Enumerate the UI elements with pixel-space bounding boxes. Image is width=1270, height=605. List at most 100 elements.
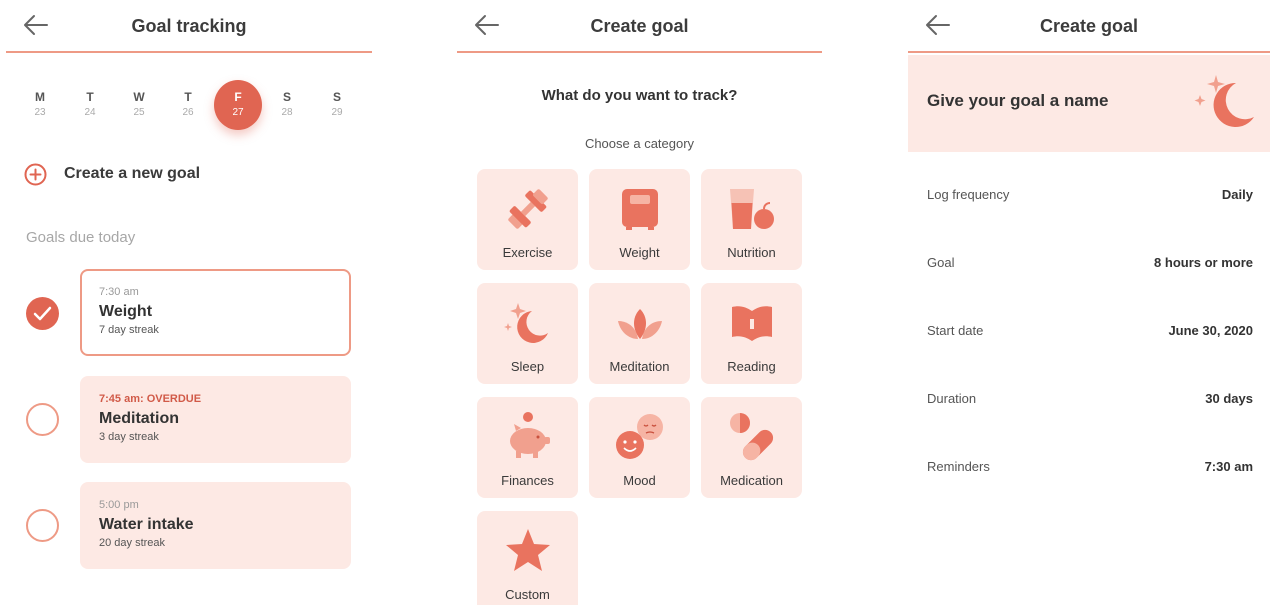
day-letter: F xyxy=(234,90,242,104)
category-weight[interactable]: Weight xyxy=(589,169,690,270)
goal-name: Meditation xyxy=(99,410,179,427)
day-letter: T xyxy=(184,90,192,104)
category-label: Reading xyxy=(727,359,776,374)
field-label: Goal xyxy=(927,255,955,270)
goal-checkbox[interactable] xyxy=(26,509,59,542)
field-label: Start date xyxy=(927,323,984,338)
lotus-icon xyxy=(618,309,662,339)
goal-name-field[interactable]: Give your goal a name xyxy=(908,55,1270,152)
goal-details-screen: Create goal Give your goal a name Log fr… xyxy=(908,0,1270,605)
category-label: Sleep xyxy=(510,359,545,374)
day-date: 26 xyxy=(182,107,194,118)
category-prompt: Choose a category xyxy=(584,136,695,151)
day-letter: M xyxy=(35,90,45,104)
pill-icon xyxy=(730,413,774,461)
piggy-bank-icon xyxy=(510,412,550,458)
category-exercise[interactable]: Exercise xyxy=(477,169,578,270)
goal-name: Weight xyxy=(99,303,153,320)
category-nutrition[interactable]: Nutrition xyxy=(701,169,802,270)
field-start-date[interactable]: Start date June 30, 2020 xyxy=(908,311,1270,351)
field-reminders[interactable]: Reminders 7:30 am xyxy=(908,447,1270,487)
day-sunday[interactable]: S 29 xyxy=(313,80,361,130)
category-label: Nutrition xyxy=(727,245,776,260)
day-date: 25 xyxy=(133,107,145,118)
header: Create goal xyxy=(457,0,822,53)
goal-streak: 7 day streak xyxy=(99,324,159,336)
day-wednesday[interactable]: W 25 xyxy=(115,80,163,130)
day-letter: S xyxy=(282,90,291,104)
section-heading: Goals due today xyxy=(26,229,136,246)
page-title: Goal tracking xyxy=(131,16,247,36)
day-tuesday[interactable]: T 24 xyxy=(66,80,114,130)
day-monday[interactable]: M 23 xyxy=(16,80,64,130)
goal-card[interactable]: 5:00 pm Water intake 20 day streak xyxy=(80,482,351,569)
goal-streak: 3 day streak xyxy=(99,431,159,443)
field-value: June 30, 2020 xyxy=(1168,323,1253,338)
plus-circle-icon xyxy=(24,163,47,185)
day-letter: W xyxy=(133,90,145,104)
field-log-frequency[interactable]: Log frequency Daily xyxy=(908,175,1270,215)
faces-icon xyxy=(616,414,663,459)
category-mood[interactable]: Mood xyxy=(589,397,690,498)
header: Create goal xyxy=(908,0,1270,53)
create-goal-button[interactable]: Create a new goal xyxy=(24,162,200,186)
category-medication[interactable]: Medication xyxy=(701,397,802,498)
day-thursday[interactable]: T 26 xyxy=(164,80,212,130)
day-letter: S xyxy=(332,90,341,104)
category-label: Medication xyxy=(720,473,783,488)
moon-stars-icon xyxy=(1194,75,1254,127)
category-label: Weight xyxy=(619,245,660,260)
goal-complete-checkbox[interactable] xyxy=(26,297,59,330)
day-date: 24 xyxy=(84,107,96,118)
field-label: Log frequency xyxy=(927,187,1010,202)
day-friday-selected[interactable]: F 27 xyxy=(214,80,262,130)
week-strip: M 23 T 24 W 25 T 26 F 27 S 28 S 29 xyxy=(16,80,366,132)
drink-apple-icon xyxy=(730,189,774,229)
field-goal[interactable]: Goal 8 hours or more xyxy=(908,243,1270,283)
goal-tracking-screen: Goal tracking M 23 T 24 W 25 T 26 F 27 S… xyxy=(6,0,372,605)
day-date: 23 xyxy=(34,107,46,118)
goal-time: 5:00 pm xyxy=(99,499,139,511)
day-saturday[interactable]: S 28 xyxy=(263,80,311,130)
goal-name-prompt: Give your goal a name xyxy=(927,91,1109,110)
star-icon xyxy=(506,529,550,571)
category-sleep[interactable]: Sleep xyxy=(477,283,578,384)
category-custom[interactable]: Custom xyxy=(477,511,578,605)
category-label: Mood xyxy=(623,473,656,488)
day-letter: T xyxy=(86,90,94,104)
create-goal-label: Create a new goal xyxy=(64,165,201,182)
field-label: Duration xyxy=(927,391,977,406)
category-label: Finances xyxy=(501,473,554,488)
goal-checkbox[interactable] xyxy=(26,403,59,436)
question-heading: What do you want to track? xyxy=(541,87,738,104)
field-duration[interactable]: Duration 30 days xyxy=(908,379,1270,419)
goal-name: Water intake xyxy=(99,516,194,533)
checkmark-icon xyxy=(33,306,52,321)
page-title: Create goal xyxy=(1039,16,1139,36)
scale-icon xyxy=(622,189,658,230)
day-date: 29 xyxy=(331,107,343,118)
field-value: 8 hours or more xyxy=(1154,255,1253,270)
category-finances[interactable]: Finances xyxy=(477,397,578,498)
goal-time-overdue: 7:45 am: OVERDUE xyxy=(99,393,202,405)
page-title: Create goal xyxy=(590,16,689,36)
category-meditation[interactable]: Meditation xyxy=(589,283,690,384)
moon-icon xyxy=(504,303,548,343)
goal-streak: 20 day streak xyxy=(99,537,166,549)
category-label: Exercise xyxy=(502,245,553,260)
goal-time: 7:30 am xyxy=(99,286,139,298)
field-value: 30 days xyxy=(1205,391,1253,406)
day-date: 27 xyxy=(232,107,244,118)
header: Goal tracking xyxy=(6,0,372,53)
category-label: Meditation xyxy=(609,359,670,374)
choose-category-screen: Create goal What do you want to track? C… xyxy=(457,0,822,605)
goal-card[interactable]: 7:30 am Weight 7 day streak xyxy=(80,269,351,356)
category-reading[interactable]: Reading xyxy=(701,283,802,384)
field-label: Reminders xyxy=(927,459,990,474)
field-value: 7:30 am xyxy=(1204,459,1253,474)
book-icon xyxy=(732,306,772,341)
goal-card[interactable]: 7:45 am: OVERDUE Meditation 3 day streak xyxy=(80,376,351,463)
day-date: 28 xyxy=(281,107,293,118)
category-label: Custom xyxy=(505,587,550,602)
dumbbell-icon xyxy=(508,189,548,229)
